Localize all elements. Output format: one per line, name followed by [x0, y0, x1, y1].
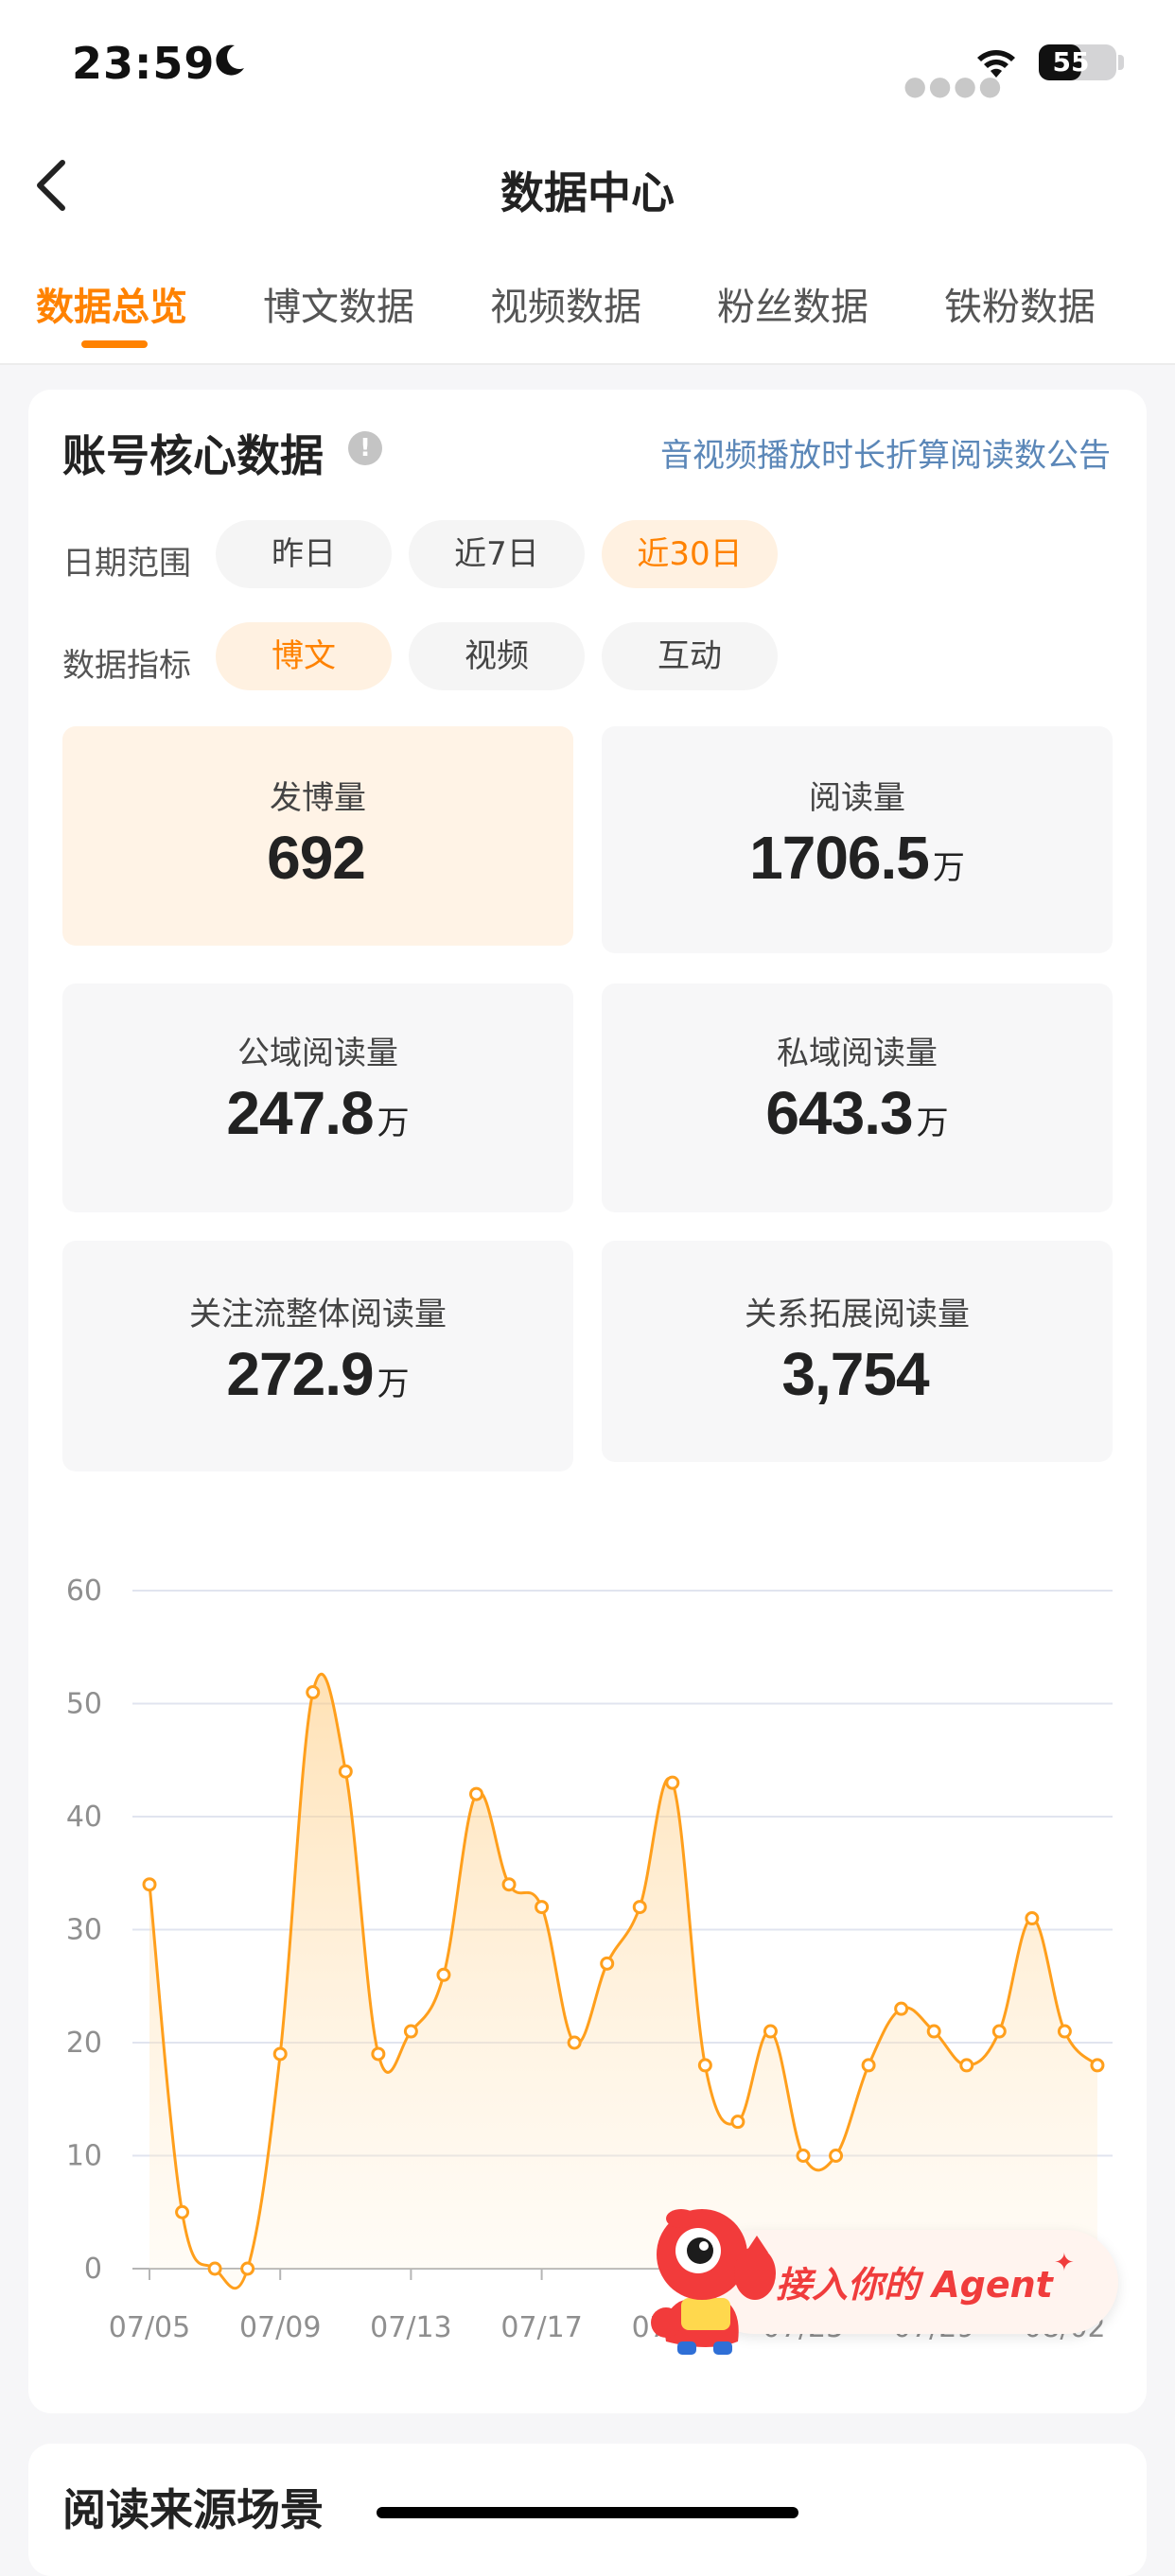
data-point — [567, 2035, 582, 2050]
data-point — [306, 1685, 321, 1700]
stat-label: 私域阅读量 — [777, 1035, 938, 1072]
tab-videos[interactable]: 视频数据 — [490, 276, 641, 331]
moon-icon — [216, 44, 244, 76]
stat-value: 643.3 — [765, 1079, 913, 1147]
data-point — [600, 1956, 615, 1971]
metric-option-posts[interactable]: 博文 — [216, 622, 392, 690]
battery-icon: 55 — [1039, 44, 1116, 80]
x-tick-label: 07/17 — [500, 2311, 582, 2344]
data-point — [730, 2115, 745, 2130]
data-point — [1057, 2024, 1072, 2039]
data-point — [403, 2024, 418, 2039]
y-tick-label: 20 — [66, 2027, 102, 2060]
data-point — [175, 2204, 190, 2219]
data-point — [1090, 2058, 1105, 2073]
data-point — [959, 2058, 974, 2073]
page-title: 数据中心 — [500, 167, 675, 218]
stat-reads[interactable]: 阅读量 1706.5 万 — [602, 726, 1113, 953]
tab-overview[interactable]: 数据总览 — [36, 276, 187, 331]
tab-iron-fans[interactable]: 铁粉数据 — [944, 276, 1096, 331]
tab-fans[interactable]: 粉丝数据 — [717, 276, 868, 331]
x-tick-label: 07/05 — [109, 2311, 190, 2344]
stat-label: 阅读量 — [809, 779, 905, 817]
date-option-30days[interactable]: 近30日 — [602, 520, 778, 588]
data-point — [469, 1786, 483, 1801]
stat-unit: 万 — [916, 1105, 949, 1142]
stat-public-reads[interactable]: 公域阅读量 247.8 万 — [62, 983, 573, 1212]
info-icon[interactable]: ! — [348, 431, 382, 465]
status-time: 23:59 — [72, 38, 216, 89]
data-point — [501, 1877, 517, 1892]
stat-value: 272.9 — [226, 1340, 374, 1408]
data-point — [436, 1967, 451, 1982]
data-point — [371, 2046, 386, 2062]
read-source-title: 阅读来源场景 — [62, 2484, 324, 2535]
x-tick-label: 07/09 — [239, 2311, 321, 2344]
data-point — [861, 2058, 876, 2073]
data-point — [272, 2046, 288, 2062]
metric-option-interaction[interactable]: 互动 — [602, 622, 778, 690]
data-point — [338, 1764, 353, 1779]
tab-posts[interactable]: 博文数据 — [263, 276, 414, 331]
y-tick-label: 10 — [66, 2140, 102, 2173]
data-point — [763, 2024, 778, 2039]
stat-label: 关系拓展阅读量 — [745, 1296, 970, 1333]
y-tick-label: 0 — [84, 2253, 102, 2286]
y-tick-label: 30 — [66, 1914, 102, 1947]
stat-value: 692 — [267, 824, 366, 892]
mascot-icon[interactable] — [643, 2200, 783, 2358]
data-point — [829, 2149, 844, 2163]
metric-label: 数据指标 — [62, 647, 191, 685]
date-option-7days[interactable]: 近7日 — [409, 520, 585, 588]
date-option-yesterday[interactable]: 昨日 — [216, 520, 392, 588]
stat-label: 公域阅读量 — [237, 1035, 398, 1072]
data-point — [697, 2058, 712, 2073]
stat-private-reads[interactable]: 私域阅读量 643.3 万 — [602, 983, 1113, 1212]
core-data-title: 账号核心数据 — [62, 430, 324, 481]
stat-unit: 万 — [377, 1366, 410, 1403]
data-point — [991, 2024, 1007, 2039]
battery-nub — [1118, 55, 1124, 70]
stat-follow-feed-reads[interactable]: 关注流整体阅读量 272.9 万 — [62, 1241, 573, 1471]
home-indicator — [377, 2507, 798, 2518]
wifi-icon — [977, 50, 1015, 78]
stat-label: 关注流整体阅读量 — [189, 1296, 447, 1333]
tab-divider — [0, 363, 1175, 365]
series-area — [149, 1674, 1097, 2289]
x-tick-label: 07/13 — [370, 2311, 451, 2344]
data-point — [142, 1877, 157, 1892]
y-tick-label: 50 — [66, 1688, 102, 1721]
notice-link[interactable]: 音视频播放时长折算阅读数公告 — [660, 429, 1111, 476]
data-point — [926, 2024, 941, 2039]
battery-percent: 55 — [1052, 46, 1090, 78]
stat-unit: 万 — [377, 1105, 410, 1142]
data-point — [207, 2261, 222, 2276]
stat-value: 3,754 — [781, 1340, 929, 1408]
stat-label: 发博量 — [270, 779, 366, 817]
stat-value: 247.8 — [226, 1079, 374, 1147]
stat-post-count[interactable]: 发博量 692 — [62, 726, 573, 946]
agent-banner-text[interactable]: 接入你的 Agent — [776, 2255, 1053, 2307]
metric-option-video[interactable]: 视频 — [409, 622, 585, 690]
data-point — [665, 1775, 680, 1790]
stat-unit: 万 — [932, 849, 965, 887]
stat-value: 1706.5 — [749, 824, 930, 892]
tab-active-indicator — [81, 340, 148, 348]
date-range-label: 日期范围 — [62, 545, 191, 583]
data-point — [1025, 1911, 1040, 1926]
data-point — [894, 2001, 909, 2016]
data-point — [632, 1900, 647, 1915]
y-tick-label: 40 — [66, 1801, 102, 1834]
stat-relation-reads[interactable]: 关系拓展阅读量 3,754 — [602, 1241, 1113, 1462]
data-point — [240, 2261, 255, 2276]
data-point — [535, 1900, 550, 1915]
data-point — [796, 2149, 811, 2163]
sparkle-icon: ✦ — [1054, 2249, 1075, 2277]
y-tick-label: 60 — [66, 1575, 102, 1608]
